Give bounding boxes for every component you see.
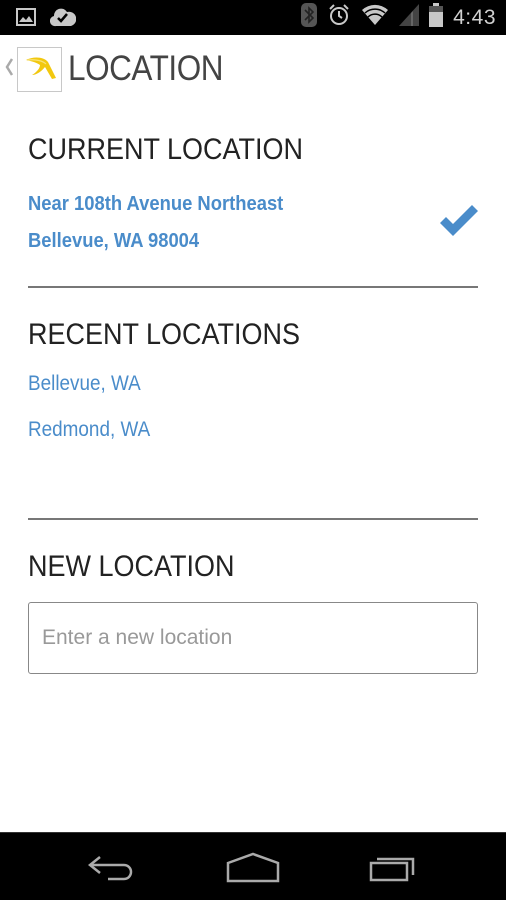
app-logo-icon[interactable] [17, 47, 62, 92]
new-location-input[interactable] [28, 602, 478, 674]
battery-icon [429, 3, 444, 32]
recent-locations-heading: RECENT LOCATIONS [28, 318, 301, 351]
status-time: 4:43 [453, 5, 496, 29]
bluetooth-icon [301, 3, 318, 32]
status-bar: 4:43 [0, 0, 506, 35]
check-icon[interactable] [438, 203, 480, 237]
cloud-check-icon [49, 6, 77, 33]
alarm-icon [327, 3, 351, 32]
divider [28, 286, 478, 288]
navigation-bar [0, 832, 506, 900]
wifi-icon [361, 4, 389, 31]
signal-icon [399, 4, 420, 31]
current-location-street[interactable]: Near 108th Avenue Northeast [28, 193, 283, 216]
action-bar: LOCATION [0, 35, 506, 105]
chevron-left-icon[interactable] [4, 57, 14, 83]
gallery-icon [16, 8, 36, 31]
back-icon[interactable] [86, 851, 136, 888]
recent-location-item[interactable]: Redmond, WA [28, 418, 150, 442]
recent-location-item[interactable]: Bellevue, WA [28, 372, 141, 396]
divider [28, 518, 478, 520]
recents-icon[interactable] [368, 851, 418, 888]
new-location-heading: NEW LOCATION [28, 550, 235, 583]
home-icon[interactable] [225, 851, 281, 888]
current-location-city[interactable]: Bellevue, WA 98004 [28, 230, 199, 253]
page-title: LOCATION [68, 49, 224, 88]
current-location-heading: CURRENT LOCATION [28, 133, 304, 166]
